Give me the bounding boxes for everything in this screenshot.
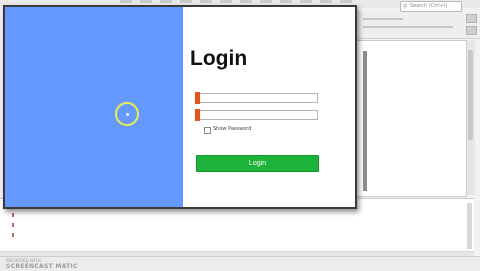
ide-output-marker: [12, 223, 14, 227]
login-side-panel: [5, 7, 183, 207]
username-field[interactable]: [195, 92, 318, 104]
ide-vertical-scrollbar[interactable]: [466, 40, 475, 195]
ide-panel-control-icon[interactable]: [466, 26, 477, 35]
ide-toolbar-row: [363, 18, 403, 20]
scrollbar-thumb[interactable]: [468, 50, 473, 140]
ide-editor-pane[interactable]: [355, 40, 467, 197]
ide-panel-control-icon[interactable]: [466, 14, 477, 23]
ide-output-marker: [12, 213, 14, 217]
ide-toolbar-row: [363, 26, 453, 28]
login-button[interactable]: Login: [196, 155, 319, 172]
login-title: Login: [190, 47, 248, 70]
search-icon: ⚲: [403, 3, 408, 10]
login-window: Login Show Password Login: [3, 5, 357, 209]
ide-toolbar: [355, 12, 480, 39]
ide-output-marker: [12, 233, 14, 237]
ide-output-scrollbar[interactable]: [467, 203, 472, 249]
recording-watermark: RECORDED WITH SCREENCAST MATIC: [6, 258, 78, 270]
show-password-label: Show Password: [213, 126, 252, 132]
ide-menu-strip: [120, 0, 360, 3]
ide-search-placeholder: Search (Ctrl+I): [410, 3, 448, 9]
ide-search-box[interactable]: ⚲ Search (Ctrl+I): [400, 1, 462, 12]
watermark-line2: SCREENCAST MATIC: [6, 263, 78, 270]
password-input[interactable]: [202, 111, 315, 119]
ide-editor-gutter: [363, 51, 367, 191]
show-password-checkbox[interactable]: [204, 127, 211, 134]
field-indicator-icon: [195, 92, 200, 104]
field-indicator-icon: [195, 109, 200, 121]
password-field[interactable]: [195, 109, 318, 121]
username-input[interactable]: [202, 94, 315, 102]
mouse-cursor-highlight: [115, 102, 139, 126]
mouse-pointer-icon: [126, 113, 129, 116]
